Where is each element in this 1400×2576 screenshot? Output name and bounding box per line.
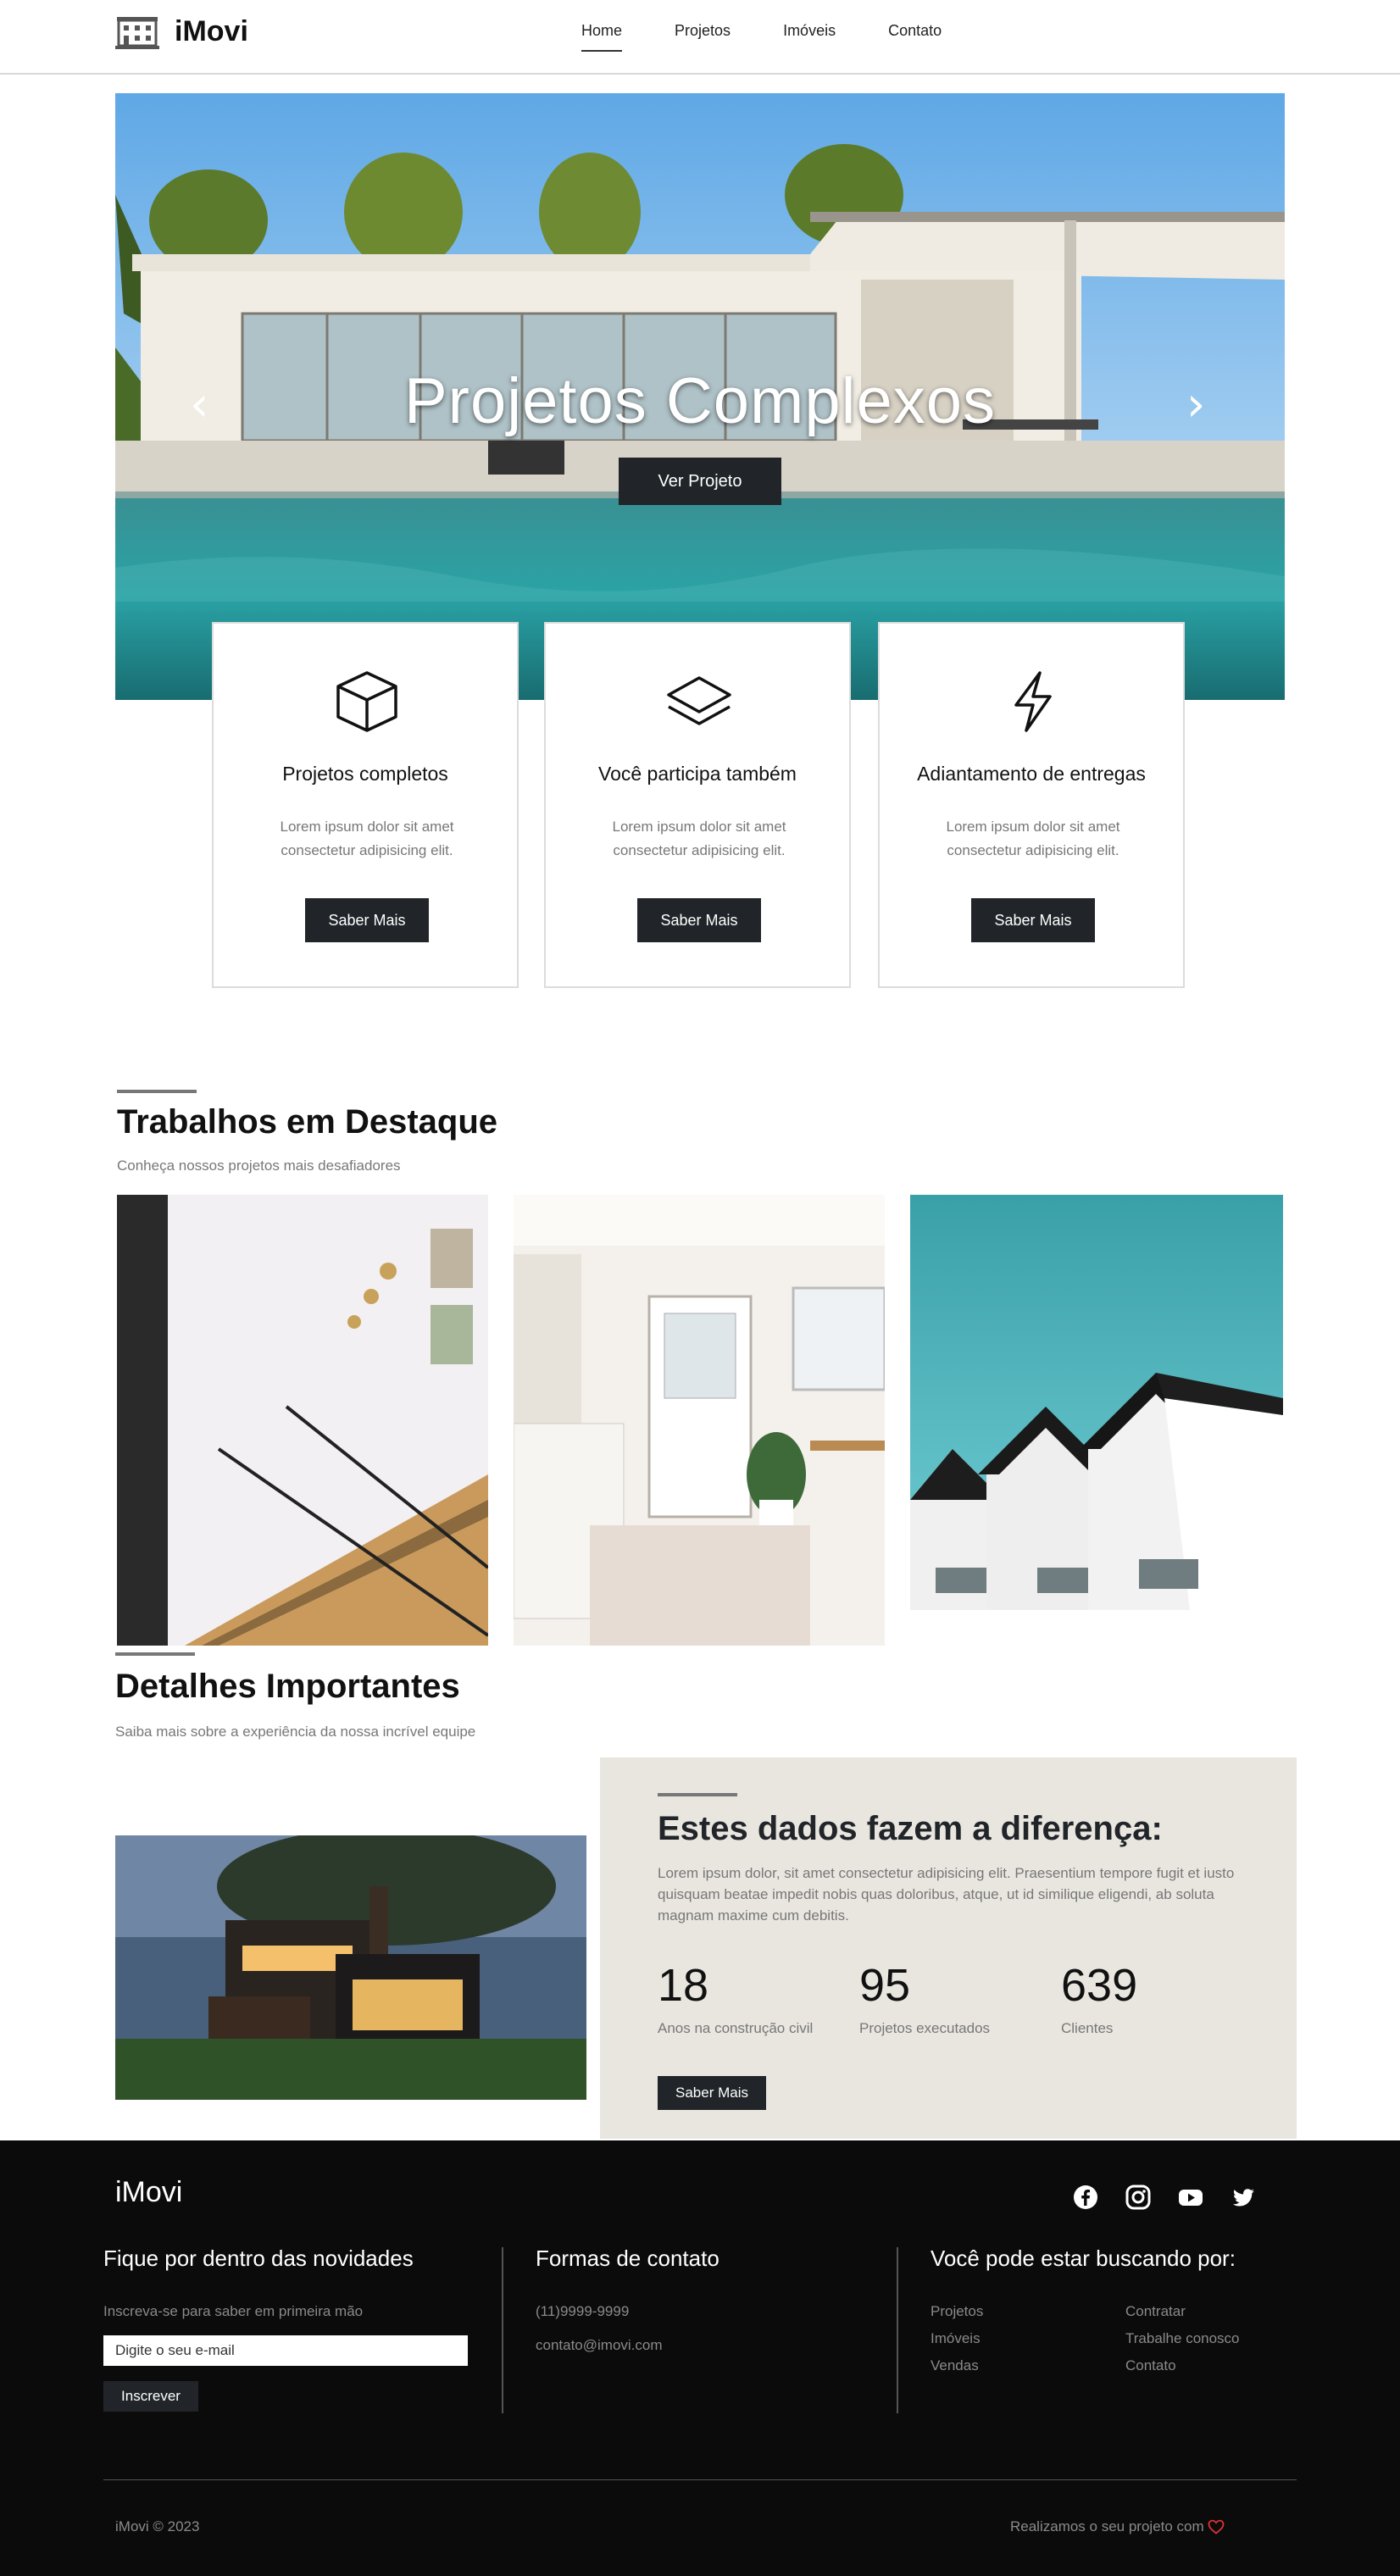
carousel-next-chevron-right-icon[interactable]: › bbox=[1186, 381, 1205, 429]
footer-link-vendas[interactable]: Vendas bbox=[931, 2357, 979, 2374]
subscribe-button[interactable]: Inscrever bbox=[103, 2381, 198, 2412]
footer-divider bbox=[502, 2247, 503, 2413]
building-logo-icon bbox=[115, 17, 159, 49]
stats-text: Lorem ipsum dolor, sit amet consectetur … bbox=[658, 1865, 1235, 1924]
kitchen-photo[interactable] bbox=[514, 1195, 885, 1646]
footer-link-contato[interactable]: Contato bbox=[1125, 2357, 1176, 2374]
feature-text: Lorem ipsum dolor sit amet consectetur a… bbox=[280, 819, 454, 858]
feature-card: Adiantamento de entregas Lorem ipsum dol… bbox=[878, 622, 1185, 988]
newsletter-email-input[interactable] bbox=[103, 2335, 468, 2366]
navbar: iMovi Home Projetos Imóveis Contato bbox=[0, 0, 1400, 75]
feature-more-button[interactable]: Saber Mais bbox=[305, 898, 429, 942]
footer-link-projetos[interactable]: Projetos bbox=[931, 2303, 983, 2320]
youtube-icon[interactable] bbox=[1178, 2185, 1203, 2210]
nav-contato[interactable]: Contato bbox=[888, 19, 942, 52]
footer-link-trabalhe-conosco[interactable]: Trabalhe conosco bbox=[1125, 2330, 1240, 2347]
stat-label-years: Anos na construção civil bbox=[658, 2020, 814, 2036]
feature-text: Lorem ipsum dolor sit amet consectetur a… bbox=[946, 819, 1120, 858]
footer: iMovi Fique por dentro das novidades Ins… bbox=[0, 2140, 1400, 2576]
twitter-icon[interactable] bbox=[1231, 2185, 1256, 2210]
feature-more-button[interactable]: Saber Mais bbox=[637, 898, 761, 942]
section-accent-bar bbox=[658, 1793, 737, 1796]
facebook-icon[interactable] bbox=[1073, 2185, 1098, 2210]
hero-cta-button[interactable]: Ver Projeto bbox=[619, 458, 781, 505]
nav-projetos[interactable]: Projetos bbox=[675, 19, 731, 52]
feature-card: Projetos completos Lorem ipsum dolor sit… bbox=[212, 622, 519, 988]
carousel-prev-chevron-left-icon[interactable]: ‹ bbox=[190, 381, 208, 429]
footer-link-imoveis[interactable]: Imóveis bbox=[931, 2330, 981, 2347]
feature-title: Projetos completos bbox=[282, 763, 448, 785]
newsletter-text: Inscreva-se para saber em primeira mão bbox=[103, 2303, 364, 2319]
layers-icon bbox=[667, 676, 731, 725]
feature-title: Você participa também bbox=[598, 763, 797, 785]
footer-rule bbox=[103, 2479, 1297, 2480]
nav-imoveis[interactable]: Imóveis bbox=[783, 19, 836, 52]
copyright: iMovi © 2023 bbox=[115, 2518, 200, 2534]
featured-title: Trabalhos em Destaque bbox=[117, 1103, 498, 1141]
houses-photo[interactable] bbox=[910, 1195, 1283, 1610]
made-with-text: Realizamos o seu projeto com bbox=[1010, 2518, 1204, 2534]
newsletter-title: Fique por dentro das novidades bbox=[103, 2246, 414, 2271]
stat-value-projects: 95 bbox=[859, 1960, 911, 2011]
featured-subtitle: Conheça nossos projetos mais desafiadore… bbox=[117, 1158, 401, 1174]
nav-home[interactable]: Home bbox=[581, 19, 623, 52]
search-links-title: Você pode estar buscando por: bbox=[931, 2246, 1236, 2271]
brand-name: iMovi bbox=[175, 14, 248, 47]
footer-brand[interactable]: iMovi bbox=[115, 2176, 182, 2209]
feature-text: Lorem ipsum dolor sit amet consectetur a… bbox=[612, 819, 786, 858]
lightning-icon bbox=[1014, 671, 1052, 732]
stat-value-clients: 639 bbox=[1061, 1960, 1138, 2011]
hero-title: Projetos Complexos bbox=[403, 365, 997, 437]
section-accent-bar bbox=[115, 1652, 195, 1656]
feature-more-button[interactable]: Saber Mais bbox=[971, 898, 1095, 942]
stat-label-projects: Projetos executados bbox=[859, 2020, 991, 2036]
heart-icon bbox=[1208, 2519, 1225, 2534]
contact-email[interactable]: contato@imovi.com bbox=[536, 2337, 663, 2354]
stat-value-years: 18 bbox=[658, 1960, 709, 2011]
contact-title: Formas de contato bbox=[536, 2246, 719, 2271]
modern-house-photo[interactable] bbox=[115, 1835, 586, 2100]
instagram-icon[interactable] bbox=[1125, 2185, 1151, 2210]
contact-phone[interactable]: (11)9999-9999 bbox=[536, 2303, 629, 2320]
feature-title: Adiantamento de entregas bbox=[917, 763, 1146, 785]
stats-more-button[interactable]: Saber Mais bbox=[658, 2076, 766, 2110]
details-title: Detalhes Importantes bbox=[115, 1668, 460, 1705]
stats-title: Estes dados fazem a diferença: bbox=[658, 1810, 1163, 1847]
footer-link-contratar[interactable]: Contratar bbox=[1125, 2303, 1186, 2320]
cube-icon bbox=[336, 671, 397, 732]
hero-carousel: Projetos Complexos Ver Projeto ‹ › bbox=[115, 93, 1285, 700]
feature-card: Você participa também Lorem ipsum dolor … bbox=[544, 622, 851, 988]
stats-panel: Estes dados fazem a diferença: Lorem ips… bbox=[600, 1757, 1297, 2139]
details-subtitle: Saiba mais sobre a experiência da nossa … bbox=[115, 1724, 476, 1740]
staircase-photo[interactable] bbox=[117, 1195, 488, 1646]
footer-divider bbox=[897, 2247, 898, 2413]
stat-label-clients: Clientes bbox=[1061, 2020, 1114, 2036]
brand[interactable]: iMovi bbox=[115, 14, 248, 49]
section-accent-bar bbox=[117, 1090, 197, 1093]
made-with-love: Realizamos o seu projeto com bbox=[1010, 2518, 1225, 2535]
main-nav: Home Projetos Imóveis Contato bbox=[581, 19, 994, 52]
